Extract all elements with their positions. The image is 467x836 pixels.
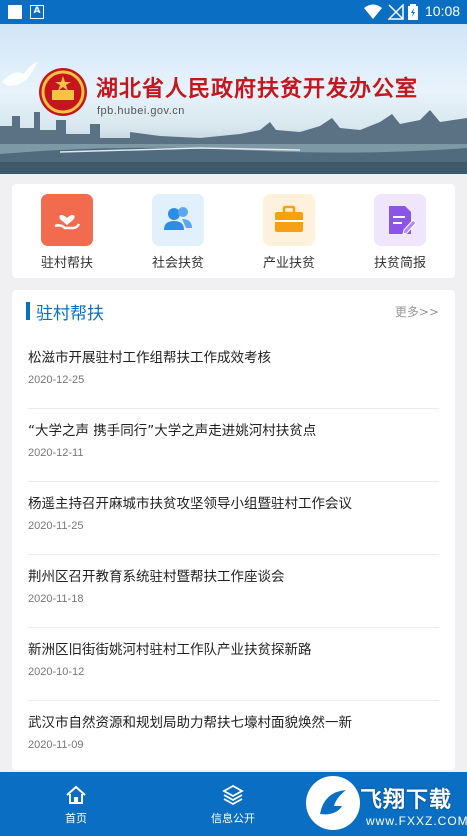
nav-label: 首页: [65, 812, 87, 825]
quick-link-village-support[interactable]: 驻村帮扶: [12, 194, 122, 271]
section-title: 驻村帮扶: [36, 304, 104, 324]
quick-link-label: 扶贫简报: [373, 256, 426, 271]
quick-link-industry-poverty[interactable]: 产业扶贫: [234, 194, 344, 271]
nav-home[interactable]: 首页: [21, 772, 131, 836]
status-bar: A 10:08: [0, 0, 467, 24]
news-list-item[interactable]: 武汉市自然资源和规划局助力帮扶七壕村面貌焕然一新 2020-11-09: [28, 701, 439, 770]
header-banner: 湖北省人民政府扶贫开发办公室 fpb.hubei.gov.cn: [0, 24, 467, 174]
banner-title: 湖北省人民政府扶贫开发办公室: [96, 77, 419, 102]
clock: 10:08: [425, 3, 461, 19]
news-date: 2020-11-25: [28, 520, 84, 532]
news-date: 2020-10-12: [28, 666, 85, 678]
news-date: 2020-12-11: [28, 447, 84, 459]
hand-heart-icon: [41, 194, 93, 246]
news-title: 杨遥主持召开麻城市扶贫攻坚领导小组暨驻村工作会议: [28, 496, 352, 512]
news-title: 荆州区召开教育系统驻村暨帮扶工作座谈会: [28, 569, 285, 585]
news-title: “大学之声 携手同行”大学之声走进姚河村扶贫点: [28, 423, 317, 439]
watermark-text: 飞翔下载: [360, 788, 453, 813]
nav-info-disclosure[interactable]: 信息公开: [178, 772, 288, 836]
news-title: 武汉市自然资源和规划局助力帮扶七壕村面貌焕然一新: [28, 715, 352, 731]
news-list-item[interactable]: “大学之声 携手同行”大学之声走进姚河村扶贫点 2020-12-11: [28, 409, 439, 482]
watermark-circle-icon: [306, 776, 360, 830]
battery-icon: [408, 4, 418, 20]
news-list-item[interactable]: 杨遥主持召开麻城市扶贫攻坚领导小组暨驻村工作会议 2020-11-25: [28, 482, 439, 555]
quick-link-label: 社会扶贫: [151, 256, 204, 271]
watermark-logo: 飞翔下载 www.FXXZ.COM: [300, 770, 467, 836]
news-title: 松滋市开展驻村工作组帮扶工作成效考核: [28, 350, 271, 366]
briefcase-icon: [263, 194, 315, 246]
watermark-subtext: www.FXXZ.COM: [366, 814, 467, 828]
wifi-icon: [364, 4, 382, 19]
quick-link-social-poverty[interactable]: 社会扶贫: [123, 194, 233, 271]
more-link[interactable]: 更多>>: [395, 303, 439, 320]
home-icon: [66, 785, 86, 804]
quick-link-briefing[interactable]: 扶贫简报: [345, 194, 455, 271]
section-accent-bar: [26, 302, 30, 320]
no-signal-icon: [388, 4, 404, 20]
document-edit-icon: [374, 194, 426, 246]
quick-link-label: 驻村帮扶: [40, 256, 93, 271]
news-list-item[interactable]: 松滋市开展驻村工作组帮扶工作成效考核 2020-12-25: [28, 336, 439, 409]
national-emblem-icon: [39, 68, 87, 116]
nav-label: 信息公开: [211, 812, 255, 825]
news-section-header: 驻村帮扶 更多>>: [26, 300, 441, 324]
news-date: 2020-11-18: [28, 593, 84, 605]
banner-url: fpb.hubei.gov.cn: [97, 105, 185, 117]
quick-link-label: 产业扶贫: [262, 256, 315, 271]
news-title: 新洲区旧街街姚河村驻村工作队产业扶贫探新路: [28, 642, 312, 658]
layers-icon: [222, 784, 244, 806]
news-list-item[interactable]: 荆州区召开教育系统驻村暨帮扶工作座谈会 2020-11-18: [28, 555, 439, 628]
app-notification-icon: A: [30, 5, 44, 19]
people-icon: [152, 194, 204, 246]
quick-links-card: 驻村帮扶 社会扶贫 产业扶贫 扶贫简报: [12, 184, 455, 278]
dove-icon: [2, 62, 38, 86]
news-date: 2020-11-09: [28, 739, 84, 751]
notification-square-icon: [8, 5, 22, 19]
news-card: 驻村帮扶 更多>> 松滋市开展驻村工作组帮扶工作成效考核 2020-12-25 …: [12, 290, 455, 770]
news-date: 2020-12-25: [28, 374, 85, 386]
news-list-item[interactable]: 新洲区旧街街姚河村驻村工作队产业扶贫探新路 2020-10-12: [28, 628, 439, 701]
